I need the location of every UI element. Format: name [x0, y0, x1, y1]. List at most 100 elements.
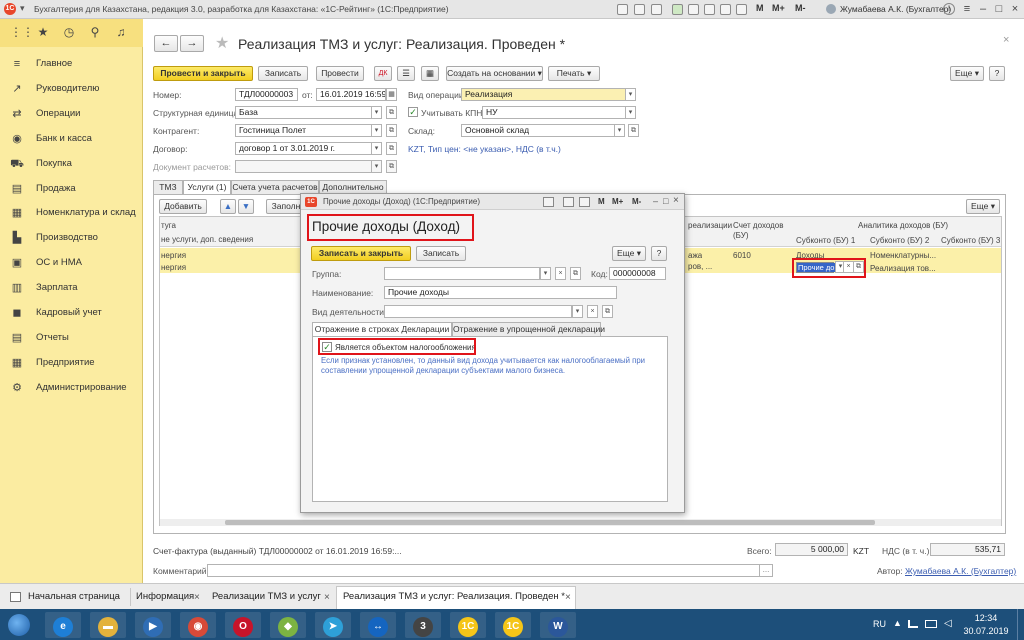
tab-services[interactable]: Услуги (1): [183, 180, 231, 194]
contract-dropdown-icon[interactable]: ▾: [371, 142, 382, 155]
chrome-icon[interactable]: ◉: [180, 612, 216, 638]
app-menu-icon[interactable]: ▾: [20, 3, 31, 15]
sidebar-item[interactable]: ▦ Предприятие: [0, 351, 143, 376]
date-field[interactable]: 16.01.2019 16:59:5: [316, 88, 386, 101]
sidebar-item[interactable]: ▤ Продажа: [0, 177, 143, 202]
unit-open-icon[interactable]: ⧉: [386, 106, 397, 119]
network-icon[interactable]: [908, 620, 918, 628]
tab-close-icon[interactable]: ×: [324, 592, 330, 603]
sidebar-item[interactable]: ⚙ Администрирование: [0, 376, 143, 401]
dialog-close-icon[interactable]: ×: [673, 195, 679, 206]
sidebar-item[interactable]: ▤ Отчеты: [0, 326, 143, 351]
code-field[interactable]: 000000008: [609, 267, 666, 280]
sidebar-item[interactable]: ⛟ Покупка: [0, 152, 143, 177]
move-down-button[interactable]: ▼: [238, 199, 254, 214]
tab-close-icon[interactable]: ×: [565, 592, 571, 603]
show-desktop[interactable]: [1017, 609, 1024, 640]
word-icon[interactable]: W: [540, 612, 576, 638]
group-field[interactable]: [384, 267, 540, 280]
warehouse-field[interactable]: Основной склад: [461, 124, 615, 137]
kpn-dropdown-icon[interactable]: ▾: [625, 106, 636, 119]
memory-button[interactable]: M: [598, 197, 605, 206]
author-link[interactable]: Жумабаева А.К. (Бухгалтер): [905, 566, 1016, 576]
group-dropdown-icon[interactable]: ▾: [540, 267, 551, 280]
preview-icon[interactable]: [651, 4, 662, 15]
tab-tmz[interactable]: ТМЗ: [153, 180, 183, 194]
comment-field[interactable]: [207, 564, 760, 577]
battery-icon[interactable]: [925, 620, 937, 628]
table-more-button[interactable]: Еще ▾: [966, 199, 1000, 214]
opera-icon[interactable]: O: [225, 612, 261, 638]
link-icon[interactable]: [688, 4, 699, 15]
warehouse-dropdown-icon[interactable]: ▾: [614, 124, 625, 137]
maximize-icon[interactable]: □: [992, 2, 1006, 16]
ie-icon[interactable]: e: [45, 612, 81, 638]
sidebar-item[interactable]: ⇄ Операции: [0, 102, 143, 127]
1c-icon[interactable]: 1С: [450, 612, 486, 638]
history-icon[interactable]: ◷: [62, 25, 76, 39]
move-up-button[interactable]: ▲: [220, 199, 236, 214]
close-icon[interactable]: ×: [1008, 2, 1022, 16]
menu-icon[interactable]: ≡: [960, 2, 974, 16]
print-icon[interactable]: [543, 197, 554, 207]
apps-grid-icon[interactable]: ⋮⋮: [10, 25, 34, 39]
dialog-maximize-icon[interactable]: □: [663, 196, 668, 206]
contract-field[interactable]: договор 1 от 3.01.2019 г.: [235, 142, 372, 155]
group-clear-icon[interactable]: ×: [555, 267, 566, 280]
settlement-doc-field[interactable]: [235, 160, 372, 173]
volume-icon[interactable]: ◁: [944, 618, 952, 629]
dialog-more-button[interactable]: Еще ▾: [612, 246, 646, 261]
sidebar-item[interactable]: ≡ Главное: [0, 52, 143, 77]
save-and-close-button[interactable]: Записать и закрыть: [311, 246, 411, 261]
dialog-save-button[interactable]: Записать: [416, 246, 466, 261]
bell-icon[interactable]: ♫: [114, 25, 128, 39]
android-icon[interactable]: ◆: [270, 612, 306, 638]
info-icon[interactable]: i: [943, 3, 955, 15]
tab-declaration-lines[interactable]: Отражение в строках Декларации: [312, 322, 452, 336]
save-doc-icon[interactable]: [563, 197, 574, 207]
create-based-on-button[interactable]: Создать на основании ▾: [446, 66, 543, 81]
dialog-help-button[interactable]: ?: [651, 246, 667, 261]
memory-button[interactable]: M: [756, 3, 764, 13]
settlement-dropdown-icon[interactable]: ▾: [371, 160, 382, 173]
activity-dropdown-icon[interactable]: ▾: [572, 305, 583, 318]
minimize-icon[interactable]: –: [976, 2, 990, 16]
activity-type-field[interactable]: [384, 305, 572, 318]
print-button[interactable]: Печать ▾: [548, 66, 600, 81]
tab-realizations-list[interactable]: Реализации ТМЗ и услуг: [212, 589, 321, 605]
kpn-field[interactable]: НУ: [482, 106, 626, 119]
print-icon[interactable]: [634, 4, 645, 15]
tab-home-page[interactable]: Начальная страница: [28, 589, 120, 605]
1c-icon[interactable]: 1С: [495, 612, 531, 638]
media-icon[interactable]: ▶: [135, 612, 171, 638]
memory-plus-button[interactable]: M+: [612, 197, 623, 206]
contractor-dropdown-icon[interactable]: ▾: [371, 124, 382, 137]
calendar-icon[interactable]: [579, 197, 590, 207]
tray-arrow-icon[interactable]: ▲: [893, 618, 902, 628]
doc-close-icon[interactable]: ×: [1003, 34, 1009, 46]
tab-realization-doc[interactable]: Реализация ТМЗ и услуг: Реализация. Пров…: [343, 589, 565, 605]
add-row-button[interactable]: Добавить: [159, 199, 207, 214]
kpn-checkbox[interactable]: ✓: [408, 107, 418, 117]
calendar-picker-icon[interactable]: ▦: [386, 88, 397, 101]
post-button[interactable]: Провести: [316, 66, 364, 81]
forward-button[interactable]: →: [180, 35, 204, 52]
star-icon[interactable]: ★: [36, 25, 50, 39]
activity-open-icon[interactable]: ⧉: [602, 305, 613, 318]
sidebar-item[interactable]: ↗ Руководителю: [0, 77, 143, 102]
sidebar-item[interactable]: ▙ Производство: [0, 226, 143, 251]
contractor-open-icon[interactable]: ⧉: [386, 124, 397, 137]
tab-additional[interactable]: Дополнительно: [319, 180, 387, 194]
sidebar-item[interactable]: ▦ Номенклатура и склад: [0, 201, 143, 226]
tab-simplified-declaration[interactable]: Отражение в упрощенной декларации: [452, 322, 605, 336]
tab-settlement-accounts[interactable]: Счета учета расчетов: [231, 180, 319, 194]
tab-information[interactable]: Информация: [136, 589, 194, 605]
warehouse-open-icon[interactable]: ⧉: [628, 124, 639, 137]
clock-date[interactable]: 30.07.2019: [962, 626, 1010, 636]
activity-clear-icon[interactable]: ×: [587, 305, 598, 318]
contract-open-icon[interactable]: ⧉: [386, 142, 397, 155]
sidebar-item[interactable]: ▥ Зарплата: [0, 276, 143, 301]
operation-type-field[interactable]: Реализация: [461, 88, 626, 101]
3cx-icon[interactable]: 3: [405, 612, 441, 638]
save-button[interactable]: Записать: [258, 66, 308, 81]
